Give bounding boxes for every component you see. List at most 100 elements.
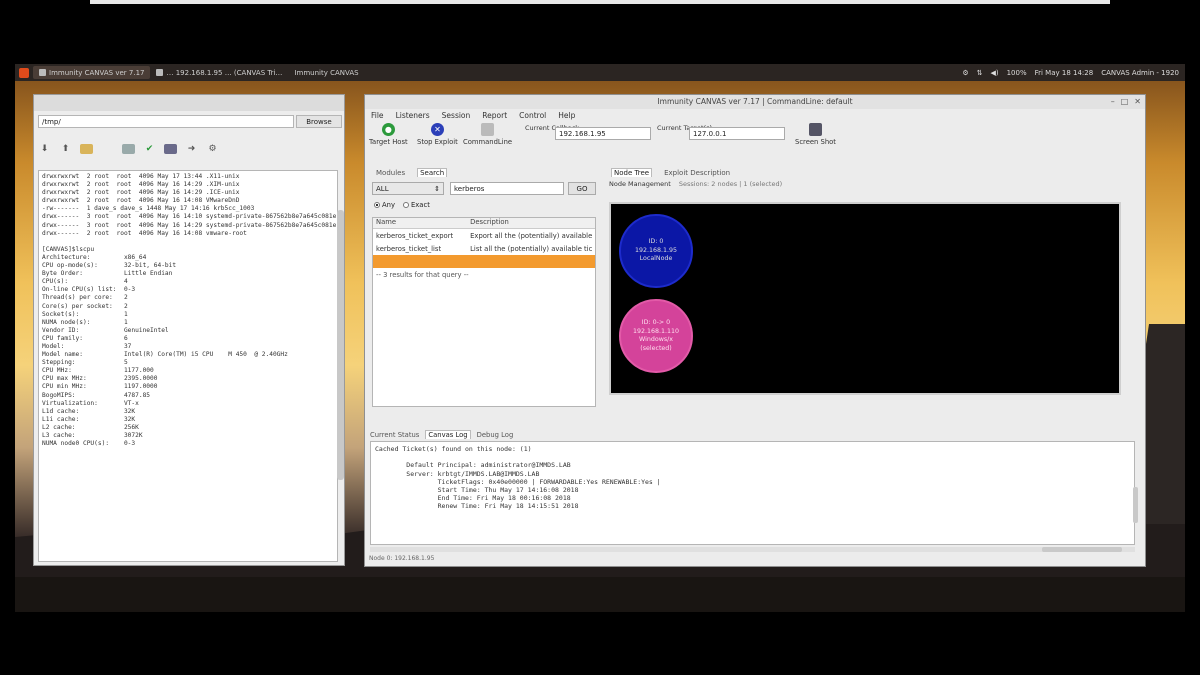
file-toolbar: ⬇ ⬆ ✔ ➜ ⚙ bbox=[38, 141, 338, 157]
button-label: Screen Shot bbox=[795, 138, 836, 146]
current-targets-input[interactable]: 127.0.0.1 bbox=[689, 127, 785, 140]
node-selected[interactable]: ID: 0-> 0 192.168.1.110 Windows/x (selec… bbox=[619, 299, 693, 373]
node-tabs: Node Tree Exploit Description bbox=[607, 165, 1135, 177]
column-header-description[interactable]: Description bbox=[470, 218, 595, 228]
terminal-line: [CANVAS]$lscpu bbox=[42, 245, 95, 253]
log-line: TicketFlags: 0x40e00000 | FORWARDABLE:Ye… bbox=[375, 477, 661, 486]
window-title: Immunity CANVAS ver 7.17 | CommandLine: … bbox=[657, 97, 853, 106]
scroll-thumb[interactable] bbox=[1042, 547, 1122, 552]
category-value: ALL bbox=[376, 185, 389, 193]
folder-icon[interactable] bbox=[80, 144, 93, 154]
tab-sessions[interactable]: Sessions: 2 nodes | 1 (selected) bbox=[679, 180, 782, 190]
main-toolbar: ● Target Host ✕ Stop Exploit CommandLine… bbox=[365, 121, 1145, 159]
tab-exploit-description[interactable]: Exploit Description bbox=[662, 169, 732, 177]
column-header-name[interactable]: Name bbox=[373, 218, 470, 228]
log-vertical-scrollbar[interactable] bbox=[1133, 487, 1138, 523]
log-horizontal-scrollbar[interactable] bbox=[370, 547, 1135, 552]
menu-control[interactable]: Control bbox=[519, 111, 546, 120]
minimize-icon[interactable]: – bbox=[1111, 97, 1115, 106]
target-host-button[interactable]: ● Target Host bbox=[369, 123, 408, 146]
target-icon: ● bbox=[381, 123, 395, 136]
radio-any[interactable]: Any bbox=[374, 201, 395, 209]
browse-button[interactable]: Browse bbox=[296, 115, 342, 128]
radio-exact[interactable]: Exact bbox=[402, 201, 430, 209]
windows-icon[interactable] bbox=[164, 144, 177, 154]
tab-debug-log[interactable]: Debug Log bbox=[477, 431, 514, 439]
tab-modules[interactable]: Modules bbox=[374, 169, 407, 177]
table-row[interactable]: kerberos_ticket_export Export all the (p… bbox=[373, 229, 595, 242]
radio-dot bbox=[374, 202, 380, 208]
node-id: ID: 0-> 0 bbox=[641, 319, 671, 326]
blank-icon[interactable] bbox=[101, 144, 114, 154]
log-line: End Time: Fri May 18 00:16:08 2018 bbox=[375, 494, 571, 503]
terminal-line: On-line CPU(s) list: 0-3 bbox=[42, 286, 136, 294]
terminal-window: /tmp/ Browse ⬇ ⬆ ✔ ➜ ⚙ drwxrwxrwt 2 root… bbox=[33, 94, 345, 566]
user-menu[interactable]: CANVAS Admin - 1920 bbox=[1101, 69, 1179, 77]
terminal-icon bbox=[481, 123, 495, 136]
search-input[interactable]: kerberos bbox=[450, 182, 564, 195]
arrow-down-icon[interactable]: ⬇ bbox=[38, 144, 51, 154]
window-titlebar[interactable]: Immunity CANVAS ver 7.17 | CommandLine: … bbox=[365, 95, 1145, 109]
battery-indicator[interactable]: 100% bbox=[1007, 69, 1027, 77]
radio-label: Any bbox=[382, 201, 395, 209]
checkmark-icon[interactable]: ✔ bbox=[143, 144, 156, 154]
arrow-up-icon[interactable]: ⬆ bbox=[59, 144, 72, 154]
window-titlebar[interactable] bbox=[34, 95, 344, 111]
screenshot-button[interactable]: Screen Shot bbox=[795, 123, 836, 146]
tab-search[interactable]: Search bbox=[417, 168, 448, 177]
start-menu-icon[interactable] bbox=[19, 67, 29, 78]
network-icon[interactable]: ⇅ bbox=[977, 69, 983, 77]
status-bar: Node 0: 192.168.1.95 bbox=[369, 555, 435, 562]
maximize-icon[interactable]: □ bbox=[1121, 97, 1129, 106]
node-subtabs: Node Management Sessions: 2 nodes | 1 (s… bbox=[607, 180, 1135, 190]
node-graph-canvas[interactable]: ID: 0 192.168.1.95 LocalNode ID: 0-> 0 1… bbox=[609, 202, 1121, 395]
menu-report[interactable]: Report bbox=[482, 111, 507, 120]
top-strip bbox=[90, 0, 1110, 4]
menu-help[interactable]: Help bbox=[558, 111, 575, 120]
module-name: kerberos_ticket_export bbox=[376, 231, 454, 240]
terminal-line: Core(s) per socket: 2 bbox=[42, 302, 128, 310]
button-label: Target Host bbox=[369, 138, 408, 146]
menu-listeners[interactable]: Listeners bbox=[396, 111, 430, 120]
close-icon[interactable]: ✕ bbox=[1134, 97, 1141, 106]
stop-icon: ✕ bbox=[430, 123, 444, 136]
log-line: Cached Ticket(s) found on this node: (1) bbox=[375, 445, 532, 453]
path-input[interactable]: /tmp/ bbox=[38, 115, 294, 128]
arrow-right-icon[interactable]: ➜ bbox=[185, 144, 198, 154]
clock[interactable]: Fri May 18 14:28 bbox=[1035, 69, 1094, 77]
tab-current-status[interactable]: Current Status bbox=[370, 431, 419, 439]
gear-icon[interactable]: ⚙ bbox=[206, 144, 219, 154]
taskbar-task-browser[interactable]: … 192.168.1.95 … (CANVAS Tri… bbox=[150, 66, 288, 79]
category-select[interactable]: ALL ⇕ bbox=[372, 182, 444, 195]
taskbar-task-canvas-2[interactable]: Immunity CANVAS bbox=[288, 66, 364, 79]
commandline-button[interactable]: CommandLine bbox=[463, 123, 512, 146]
terminal-line: drwxrwxrwt 2 root root 4096 May 16 14:29… bbox=[42, 189, 240, 197]
tab-node-tree[interactable]: Node Tree bbox=[611, 168, 653, 177]
terminal-line: CPU op-mode(s): 32-bit, 64-bit bbox=[42, 262, 177, 270]
stop-exploit-button[interactable]: ✕ Stop Exploit bbox=[417, 123, 458, 146]
terminal-line: drwx------ 3 root root 4096 May 16 14:29… bbox=[42, 221, 337, 229]
volume-icon[interactable]: ◀) bbox=[990, 69, 998, 77]
menu-session[interactable]: Session bbox=[442, 111, 471, 120]
terminal-line: drwx------ 3 root root 4096 May 16 14:10… bbox=[42, 213, 337, 221]
node-tree-pane: Node Tree Exploit Description Node Manag… bbox=[607, 165, 1135, 415]
taskbar-task-canvas[interactable]: Immunity CANVAS ver 7.17 bbox=[33, 66, 151, 79]
terminal-line: Thread(s) per core: 2 bbox=[42, 294, 128, 302]
node-local[interactable]: ID: 0 192.168.1.95 LocalNode bbox=[619, 214, 693, 288]
tab-node-management[interactable]: Node Management bbox=[609, 180, 671, 190]
radio-dot bbox=[402, 202, 409, 208]
terminal-scrollbar[interactable] bbox=[337, 210, 344, 480]
table-row-selected[interactable] bbox=[373, 255, 595, 268]
settings-icon[interactable]: ⚙ bbox=[962, 69, 968, 77]
desktop: Immunity CANVAS ver 7.17 … 192.168.1.95 … bbox=[15, 64, 1185, 612]
menu-file[interactable]: File bbox=[371, 111, 384, 120]
ground bbox=[15, 577, 1185, 612]
terminal-line: Model name: Intel(R) Core(TM) i5 CPU M 4… bbox=[42, 351, 288, 359]
current-callback-input[interactable]: 192.168.1.95 bbox=[555, 127, 651, 140]
drive-icon[interactable] bbox=[122, 144, 135, 154]
go-button[interactable]: GO bbox=[568, 182, 596, 195]
tab-canvas-log[interactable]: Canvas Log bbox=[425, 430, 471, 439]
table-row[interactable]: kerberos_ticket_list List all the (poten… bbox=[373, 242, 595, 255]
terminal-output[interactable]: drwxrwxrwt 2 root root 4096 May 17 13:44… bbox=[38, 170, 338, 562]
canvas-log-output[interactable]: Cached Ticket(s) found on this node: (1)… bbox=[370, 441, 1135, 545]
